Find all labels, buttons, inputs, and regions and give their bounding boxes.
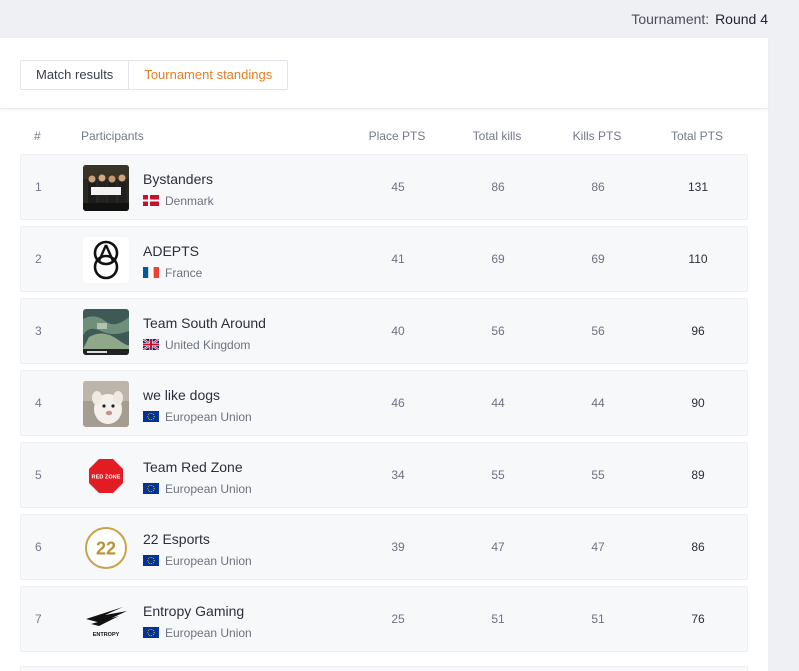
col-total-pts[interactable]: Total PTS bbox=[647, 129, 747, 143]
total-pts: 96 bbox=[691, 324, 705, 338]
dog-logo bbox=[83, 381, 129, 427]
team-country: European Union bbox=[143, 626, 252, 640]
france-flag bbox=[143, 267, 159, 278]
country-name: France bbox=[165, 266, 203, 280]
tournament-label: Tournament: bbox=[631, 11, 710, 27]
team-country: France bbox=[143, 266, 202, 280]
kills-pts: 55 bbox=[591, 468, 605, 482]
tournament-round-value[interactable]: Round 4 bbox=[715, 11, 768, 27]
total-kills: 56 bbox=[491, 324, 505, 338]
place-pts: 41 bbox=[391, 252, 405, 266]
place-pts: 46 bbox=[391, 396, 405, 410]
table-row[interactable]: 7 ENTROPY Entropy Gaming European Union … bbox=[20, 586, 748, 652]
total-pts: 131 bbox=[687, 180, 709, 194]
team-name[interactable]: Team South Around bbox=[143, 315, 266, 331]
rank: 6 bbox=[35, 540, 42, 554]
logo-text: 22 bbox=[96, 539, 116, 559]
rank: 2 bbox=[35, 252, 42, 266]
rank: 7 bbox=[35, 612, 42, 626]
eu-flag bbox=[143, 483, 159, 494]
place-pts: 25 bbox=[391, 612, 405, 626]
22-gold-circle-logo: 22 bbox=[83, 525, 129, 571]
kills-pts: 51 bbox=[591, 612, 605, 626]
table-row[interactable]: 3 Team South Around United Kingdom 40 56 bbox=[20, 298, 748, 364]
kills-pts: 47 bbox=[591, 540, 605, 554]
team-country: European Union bbox=[143, 410, 252, 424]
kills-pts: 44 bbox=[591, 396, 605, 410]
team-country: European Union bbox=[143, 482, 252, 496]
team-name[interactable]: ADEPTS bbox=[143, 243, 199, 259]
tab-group: Match results Tournament standings bbox=[20, 60, 289, 90]
country-name: Denmark bbox=[165, 194, 214, 208]
team-name[interactable]: Team Red Zone bbox=[143, 459, 243, 475]
team-name[interactable]: 22 Esports bbox=[143, 531, 210, 547]
tab-tournament-standings[interactable]: Tournament standings bbox=[128, 61, 288, 89]
col-participants: Participants bbox=[81, 129, 144, 143]
total-pts: 76 bbox=[691, 612, 705, 626]
country-name: United Kingdom bbox=[165, 338, 251, 352]
map-screenshot-logo bbox=[83, 309, 129, 355]
entropy-wing-logo: ENTROPY bbox=[83, 597, 129, 643]
total-kills: 47 bbox=[491, 540, 505, 554]
table-row-partial[interactable] bbox=[20, 666, 748, 671]
rank: 5 bbox=[35, 468, 42, 482]
total-kills: 69 bbox=[491, 252, 505, 266]
eu-flag bbox=[143, 411, 159, 422]
team-country: United Kingdom bbox=[143, 338, 250, 352]
top-bar: Tournament: Round 4 bbox=[0, 0, 799, 38]
team-name[interactable]: Bystanders bbox=[143, 171, 213, 187]
table-row[interactable]: 5 RED ZONE Team Red Zone European Union … bbox=[20, 442, 748, 508]
total-pts: 86 bbox=[691, 540, 705, 554]
place-pts: 39 bbox=[391, 540, 405, 554]
place-pts: 40 bbox=[391, 324, 405, 338]
table-row[interactable]: 2 ADEPTS France 41 69 69 110 bbox=[20, 226, 748, 292]
team-country: Denmark bbox=[143, 194, 214, 208]
team-name[interactable]: we like dogs bbox=[143, 387, 220, 403]
total-kills: 51 bbox=[491, 612, 505, 626]
kills-pts: 69 bbox=[591, 252, 605, 266]
team-name[interactable]: Entropy Gaming bbox=[143, 603, 244, 619]
logo-text: RED ZONE bbox=[92, 475, 121, 481]
col-kills-pts[interactable]: Kills PTS bbox=[547, 129, 647, 143]
country-name: European Union bbox=[165, 554, 252, 568]
country-name: European Union bbox=[165, 410, 252, 424]
total-pts: 90 bbox=[691, 396, 705, 410]
tab-match-results[interactable]: Match results bbox=[21, 61, 129, 89]
denmark-flag bbox=[143, 195, 159, 206]
kills-pts: 86 bbox=[591, 180, 605, 194]
eu-flag bbox=[143, 627, 159, 638]
standings-card: Match results Tournament standings # Par… bbox=[0, 38, 768, 671]
logo-text: ENTROPY bbox=[93, 632, 120, 638]
red-zone-stop-sign-logo: RED ZONE bbox=[83, 453, 129, 499]
tabs-area: Match results Tournament standings bbox=[0, 38, 768, 109]
total-pts: 110 bbox=[688, 252, 708, 266]
table-row[interactable]: 1 Bystanders Denmark 45 86 86 131 bbox=[20, 154, 748, 220]
eu-flag bbox=[143, 555, 159, 566]
kills-pts: 56 bbox=[591, 324, 605, 338]
total-pts: 89 bbox=[691, 468, 705, 482]
uk-flag bbox=[143, 339, 159, 350]
rank: 3 bbox=[35, 324, 42, 338]
place-pts: 34 bbox=[391, 468, 405, 482]
rank: 1 bbox=[35, 180, 42, 194]
country-name: European Union bbox=[165, 482, 252, 496]
table-row[interactable]: 4 we like dogs European Union 46 44 44 9… bbox=[20, 370, 748, 436]
tournament-round: Tournament: Round 4 bbox=[631, 11, 768, 27]
table-header: # Participants Place PTS Total kills Kil… bbox=[20, 129, 748, 145]
total-kills: 86 bbox=[491, 180, 505, 194]
team-country: European Union bbox=[143, 554, 252, 568]
country-name: European Union bbox=[165, 626, 252, 640]
table-row[interactable]: 6 22 22 Esports European Union 39 47 47 … bbox=[20, 514, 748, 580]
rank: 4 bbox=[35, 396, 42, 410]
total-kills: 44 bbox=[491, 396, 505, 410]
total-kills: 55 bbox=[491, 468, 505, 482]
col-place-pts[interactable]: Place PTS bbox=[347, 129, 447, 143]
place-pts: 45 bbox=[391, 180, 405, 194]
team-photo-logo bbox=[83, 165, 129, 211]
col-total-kills[interactable]: Total kills bbox=[447, 129, 547, 143]
col-rank: # bbox=[34, 129, 41, 143]
adepts-circles-logo bbox=[83, 237, 129, 283]
